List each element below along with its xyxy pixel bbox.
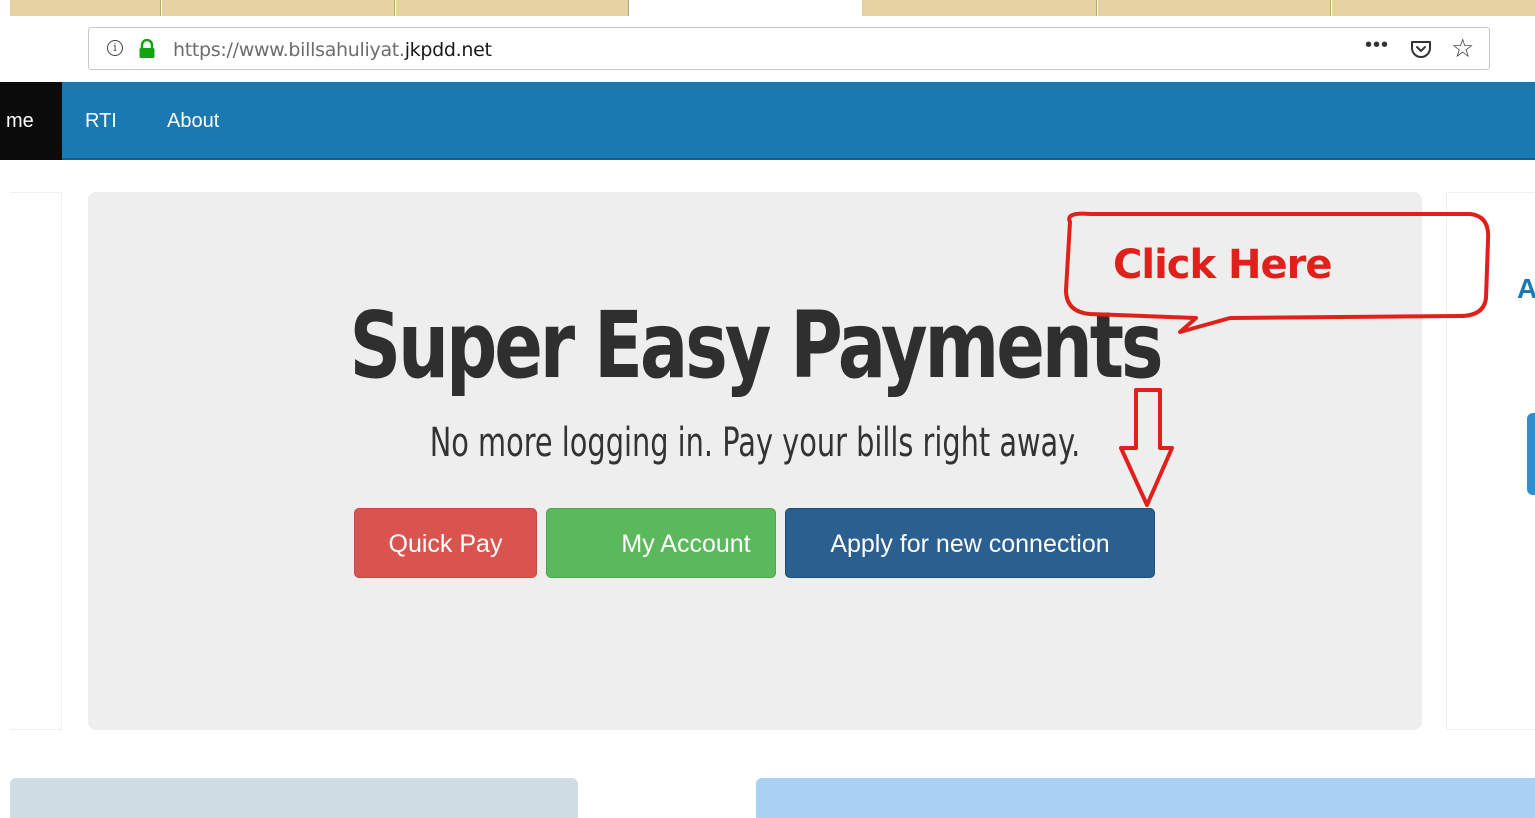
browser-tab[interactable] (1098, 0, 1331, 16)
bookmark-star-icon[interactable]: ☆ (1451, 33, 1474, 63)
browser-tab[interactable] (862, 0, 1097, 16)
browser-tab[interactable] (1332, 0, 1535, 16)
url-prefix: https://www.billsahuliyat. (173, 39, 405, 61)
hero-subtitle: No more logging in. Pay your bills right… (429, 420, 1081, 466)
pocket-icon[interactable] (1409, 37, 1433, 61)
left-side-panel (10, 192, 62, 730)
browser-tab[interactable] (396, 0, 629, 16)
nav-item-rti[interactable]: RTI (85, 82, 117, 160)
hero-title: Super Easy Payments (349, 292, 1163, 399)
right-panel-heading: A (1517, 273, 1535, 304)
quick-pay-button[interactable]: Quick Pay (354, 508, 537, 578)
right-side-panel: A (1446, 192, 1535, 730)
browser-tab[interactable] (10, 0, 161, 16)
right-panel-button[interactable] (1527, 413, 1535, 495)
my-account-button[interactable]: My Account (546, 508, 776, 578)
browser-tab[interactable] (162, 0, 395, 16)
address-bar[interactable]: i https://www.billsahuliyat.jkpdd.net ••… (88, 27, 1490, 70)
apply-new-connection-button[interactable]: Apply for new connection (785, 508, 1155, 578)
lock-icon (139, 39, 155, 58)
nav-item-about[interactable]: About (167, 82, 219, 160)
info-icon[interactable]: i (107, 40, 123, 56)
bottom-left-panel (10, 778, 578, 818)
nav-item-home[interactable]: me (0, 82, 62, 160)
url-text[interactable]: https://www.billsahuliyat.jkpdd.net (173, 39, 492, 61)
browser-tab-strip (0, 0, 1535, 18)
bottom-right-panel (756, 778, 1535, 818)
page-actions-icon[interactable]: ••• (1365, 34, 1389, 57)
callout-text: Click Here (1113, 242, 1332, 288)
url-domain: jkpdd.net (404, 39, 492, 61)
site-navbar: me RTI About (0, 82, 1535, 160)
